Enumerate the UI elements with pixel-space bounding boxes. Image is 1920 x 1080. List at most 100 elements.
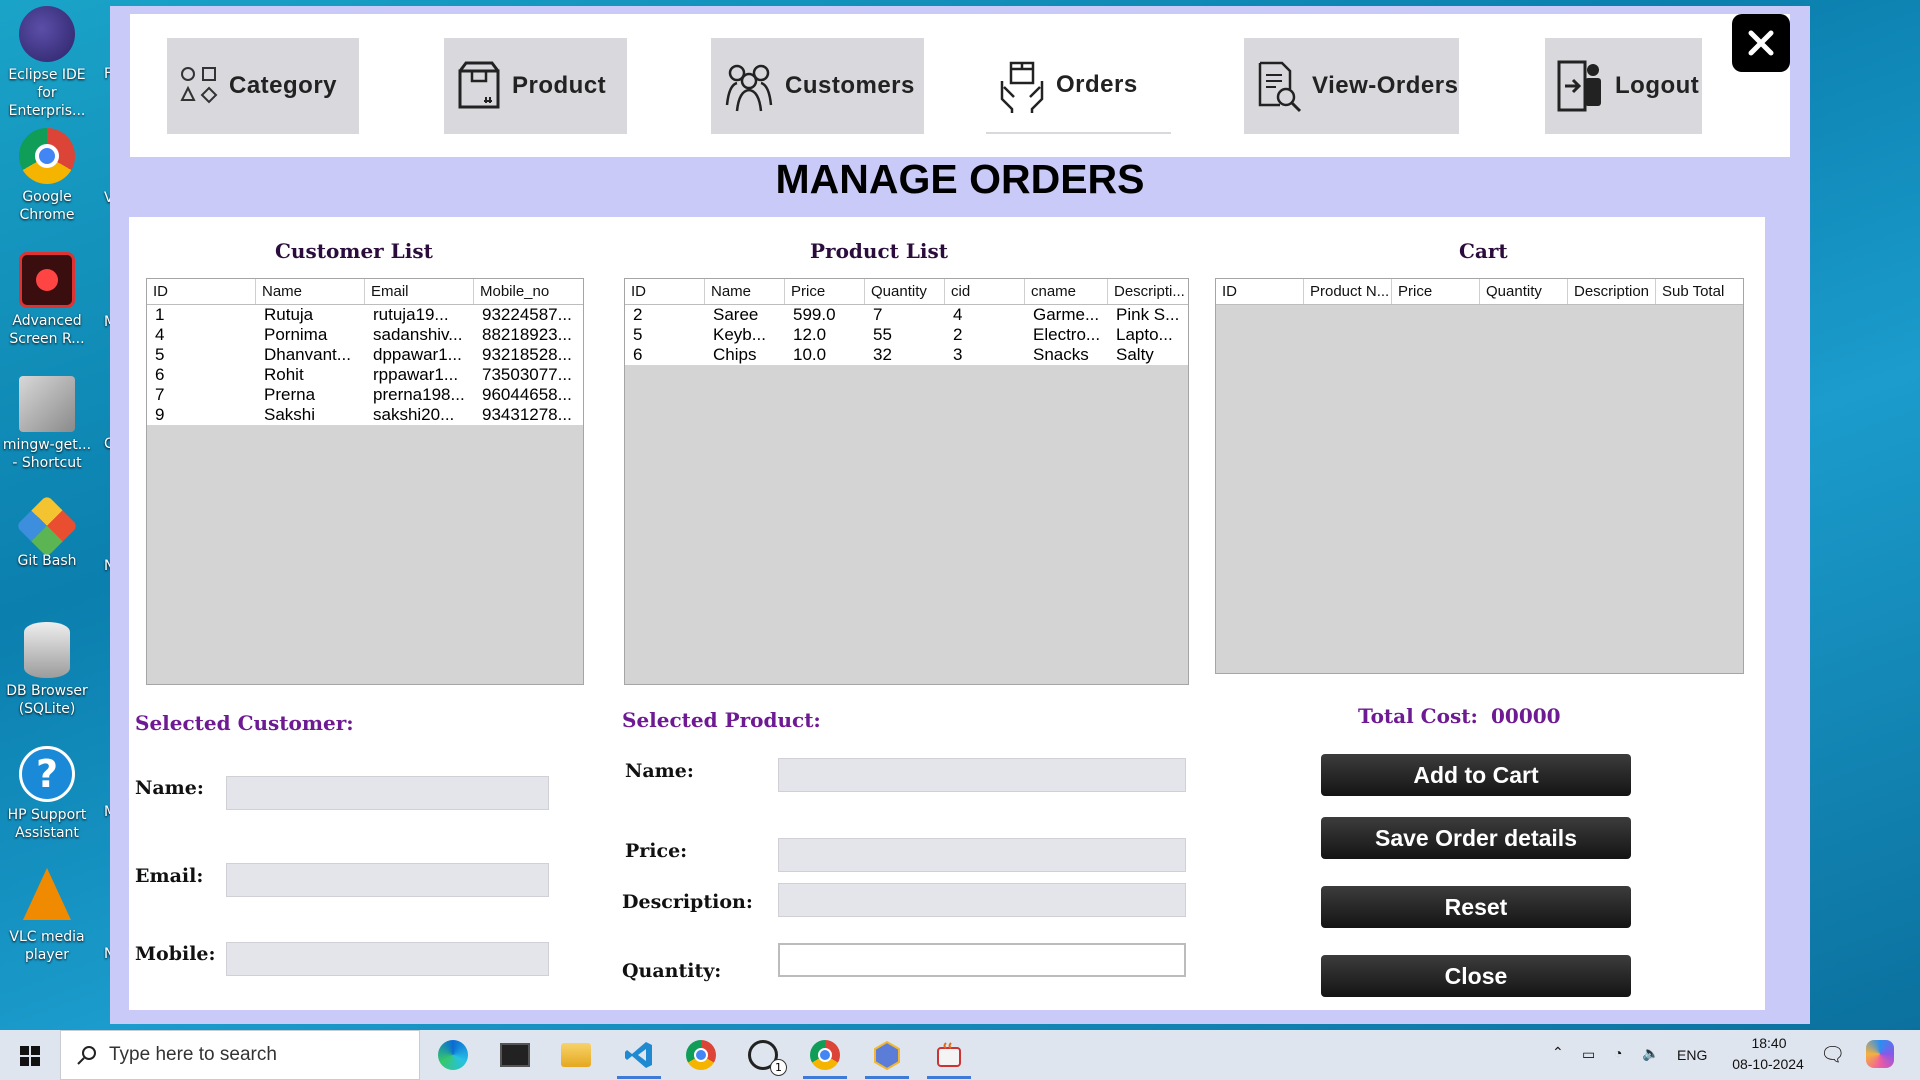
table-row[interactable]: 9 Sakshi sakshi20... 93431278... xyxy=(147,405,583,425)
nav-category-button[interactable]: Category xyxy=(167,38,359,134)
copilot-icon[interactable] xyxy=(1866,1040,1894,1068)
save-order-button[interactable]: Save Order details xyxy=(1321,817,1631,859)
cart-table[interactable]: ID Product N... Price Quantity Descripti… xyxy=(1215,278,1744,674)
table-row[interactable]: 5 Keyb... 12.0 55 2 Electro... Lapto... xyxy=(625,325,1188,345)
clock-date[interactable]: 08-10-2024 xyxy=(1718,1056,1818,1072)
column-header[interactable]: ID xyxy=(1216,279,1304,304)
column-header[interactable]: cname xyxy=(1025,279,1108,304)
column-header[interactable]: ID xyxy=(147,279,256,304)
customer-mobile-field[interactable] xyxy=(226,942,549,976)
column-header[interactable]: Descripti... xyxy=(1108,279,1188,304)
product-name-field[interactable] xyxy=(778,758,1186,792)
customer-name-field[interactable] xyxy=(226,776,549,810)
table-cell: Prerna xyxy=(264,385,316,404)
column-header[interactable]: Email xyxy=(365,279,474,304)
taskbar-file-explorer[interactable] xyxy=(558,1038,594,1072)
chrome-icon xyxy=(810,1040,840,1070)
table-row[interactable]: 4 Pornima sadanshiv... 88218923... xyxy=(147,325,583,345)
table-row[interactable]: 7 Prerna prerna198... 96044658... xyxy=(147,385,583,405)
nav-logout-button[interactable]: Logout xyxy=(1545,38,1702,134)
taskbar-cube-app[interactable] xyxy=(869,1038,905,1072)
table-cell: dppawar1... xyxy=(373,345,462,364)
table-row[interactable]: 6 Chips 10.0 32 3 Snacks Salty xyxy=(625,345,1188,365)
table-cell: 599.0 xyxy=(793,305,836,324)
product-price-field[interactable] xyxy=(778,838,1186,872)
notification-icon[interactable]: 🗨 xyxy=(1820,1042,1845,1067)
logout-icon xyxy=(1557,60,1601,112)
desktop-icon-hp-support[interactable]: ? HP Support Assistant xyxy=(2,746,92,842)
taskbar-whatsapp[interactable]: 1 xyxy=(745,1038,787,1076)
battery-icon[interactable]: ▭ xyxy=(1582,1046,1595,1063)
nav-view-orders-button[interactable]: View-Orders xyxy=(1244,38,1459,134)
product-table[interactable]: ID Name Price Quantity cid cname Descrip… xyxy=(624,278,1189,685)
table-cell: 7 xyxy=(155,385,165,404)
column-header[interactable]: Sub Total xyxy=(1656,279,1743,304)
nav-product-button[interactable]: Product xyxy=(444,38,627,134)
add-to-cart-button[interactable]: Add to Cart xyxy=(1321,754,1631,796)
column-header[interactable]: Name xyxy=(705,279,785,304)
customer-email-field[interactable] xyxy=(226,863,549,897)
customer-email-label: Email: xyxy=(135,865,204,887)
taskbar-chrome[interactable] xyxy=(683,1038,719,1072)
desktop-icon-mingw[interactable]: mingw-get... - Shortcut xyxy=(2,376,92,472)
close-button[interactable]: Close xyxy=(1321,955,1631,997)
taskbar-search[interactable]: Type here to search xyxy=(60,1030,420,1080)
desktop-icon-db-browser[interactable]: DB Browser (SQLite) xyxy=(2,622,92,718)
taskbar-java[interactable] xyxy=(931,1038,967,1072)
customer-table[interactable]: ID Name Email Mobile_no 1 Rutuja rutuja19.… xyxy=(146,278,584,685)
desktop-icon-git-bash[interactable]: Git Bash xyxy=(2,494,92,570)
column-header[interactable]: Description xyxy=(1568,279,1656,304)
desktop-icon-vlc[interactable]: VLC media player xyxy=(2,868,92,964)
product-description-field[interactable] xyxy=(778,883,1186,917)
language-indicator[interactable]: ENG xyxy=(1677,1047,1707,1063)
table-cell: 3 xyxy=(953,345,963,364)
column-header[interactable]: Quantity xyxy=(865,279,945,304)
desktop-icon-chrome[interactable]: Google Chrome xyxy=(2,128,92,224)
desktop-icon-label: Google Chrome xyxy=(19,189,75,223)
desktop-icon-screen-recorder[interactable]: Advanced Screen R... xyxy=(2,252,92,348)
product-quantity-field[interactable] xyxy=(778,943,1186,977)
orders-hands-box-icon xyxy=(1000,61,1044,113)
nav-customers-button[interactable]: Customers xyxy=(711,38,924,134)
cube-icon xyxy=(874,1040,900,1070)
column-header[interactable]: Name xyxy=(256,279,365,304)
taskbar-vscode[interactable] xyxy=(621,1038,657,1072)
table-row[interactable]: 5 Dhanvant... dppawar1... 93218528... xyxy=(147,345,583,365)
table-row[interactable]: 6 Rohit rppawar1... 73503077... xyxy=(147,365,583,385)
column-header[interactable]: cid xyxy=(945,279,1025,304)
column-header[interactable]: Quantity xyxy=(1480,279,1568,304)
start-button[interactable] xyxy=(20,1046,40,1070)
table-cell: sadanshiv... xyxy=(373,325,463,344)
column-header[interactable]: Product N... xyxy=(1304,279,1392,304)
product-description-label: Description: xyxy=(622,891,753,913)
clock-time[interactable]: 18:40 xyxy=(1739,1035,1799,1051)
taskbar-edge[interactable] xyxy=(435,1038,471,1072)
cart-title: Cart xyxy=(1459,239,1508,263)
wifi-icon[interactable]: ◔ xyxy=(1614,1045,1622,1061)
java-active-indicator xyxy=(927,1076,971,1079)
mingw-icon xyxy=(19,376,75,432)
table-row[interactable]: 1 Rutuja rutuja19... 93224587... xyxy=(147,305,583,325)
column-header[interactable]: Price xyxy=(785,279,865,304)
table-row[interactable]: 2 Saree 599.0 7 4 Garme... Pink S... xyxy=(625,305,1188,325)
nav-category-label: Category xyxy=(229,72,338,99)
table-cell: 1 xyxy=(155,305,165,324)
window-close-button[interactable] xyxy=(1732,14,1790,72)
reset-button[interactable]: Reset xyxy=(1321,886,1631,928)
table-cell: 6 xyxy=(155,365,165,384)
vscode-icon xyxy=(625,1042,652,1068)
nav-orders-button[interactable]: Orders xyxy=(986,38,1171,134)
table-cell: Rutuja xyxy=(264,305,314,324)
product-table-body: 2 Saree 599.0 7 4 Garme... Pink S... 5 Keyb... 12… xyxy=(625,305,1188,365)
nav-product-label: Product xyxy=(512,72,607,99)
taskbar-chrome-2[interactable] xyxy=(807,1038,843,1072)
column-header[interactable]: Mobile_no xyxy=(474,279,583,304)
desktop-icon-eclipse[interactable]: Eclipse IDE for Enterpris... xyxy=(2,6,92,120)
taskbar-terminal[interactable] xyxy=(497,1038,533,1072)
column-header[interactable]: Price xyxy=(1392,279,1480,304)
customer-name-label: Name: xyxy=(135,777,204,799)
column-header[interactable]: ID xyxy=(625,279,705,304)
orders-panel: Customer List ID Name Email Mobile_no 1 R… xyxy=(129,217,1765,1010)
volume-icon[interactable]: 🔈 xyxy=(1642,1045,1659,1062)
tray-chevron-up-icon[interactable]: ⌃ xyxy=(1552,1044,1564,1061)
